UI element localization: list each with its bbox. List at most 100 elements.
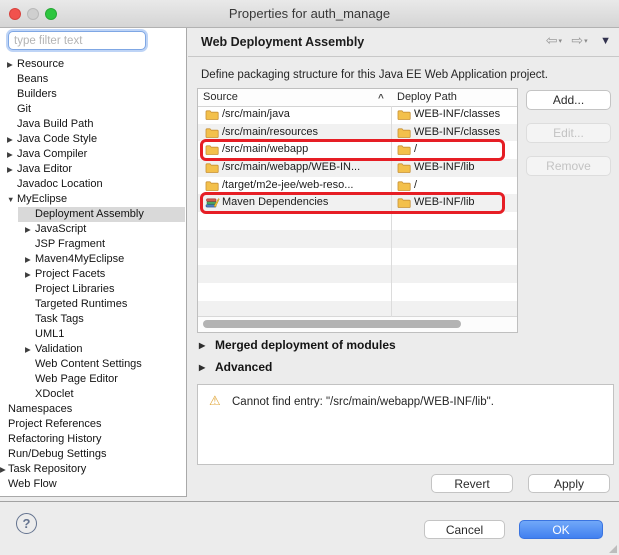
sidebar-item-web-content-settings[interactable]: Web Content Settings: [0, 357, 185, 372]
sidebar-item-builders[interactable]: Builders: [0, 87, 185, 102]
sidebar-item-maven4myeclipse[interactable]: ▶Maven4MyEclipse: [0, 252, 185, 267]
forward-icon[interactable]: ⇨: [571, 32, 583, 49]
sidebar-item-refactoring-history[interactable]: Refactoring History: [0, 432, 185, 447]
sidebar-item-web-page-editor[interactable]: Web Page Editor: [0, 372, 185, 387]
empty-table-row[interactable]: [198, 265, 517, 283]
sidebar-item-label: Javadoc Location: [17, 178, 103, 190]
title-bar: Properties for auth_manage: [0, 0, 619, 28]
revert-button[interactable]: Revert: [431, 474, 513, 493]
ok-button[interactable]: OK: [519, 520, 603, 539]
back-icon[interactable]: ⇦: [546, 32, 558, 49]
sidebar-item-uml1[interactable]: UML1: [0, 327, 185, 342]
table-row[interactable]: /src/main/resourcesWEB-INF/classes: [198, 124, 517, 142]
chevron-right-icon[interactable]: ▶: [199, 341, 215, 350]
sidebar-item-myeclipse[interactable]: ▼MyEclipse: [0, 192, 185, 207]
zoom-button[interactable]: [45, 8, 57, 20]
view-menu-icon[interactable]: ▼: [600, 35, 611, 47]
chevron-right-icon[interactable]: ▶: [7, 132, 17, 147]
properties-sidebar: ▶ResourceBeansBuildersGitJava Build Path…: [0, 28, 187, 497]
source-cell: /src/main/webapp: [222, 141, 308, 159]
source-cell: /target/m2e-jee/web-reso...: [222, 177, 353, 195]
chevron-right-icon[interactable]: ▶: [7, 57, 17, 72]
chevron-right-icon[interactable]: ▶: [0, 462, 8, 477]
column-header-source[interactable]: Source: [203, 89, 238, 106]
apply-button[interactable]: Apply: [528, 474, 610, 493]
sidebar-item-label: Project Libraries: [35, 283, 114, 295]
sidebar-item-jsp-fragment[interactable]: JSP Fragment: [0, 237, 185, 252]
horizontal-scrollbar[interactable]: [198, 316, 517, 332]
resize-grip-icon[interactable]: [609, 545, 617, 553]
table-body: /src/main/javaWEB-INF/classes/src/main/r…: [198, 106, 517, 317]
column-header-deploy-path[interactable]: Deploy Path: [397, 89, 457, 106]
deploy-path-cell: WEB-INF/classes: [414, 124, 500, 142]
close-button[interactable]: [9, 8, 21, 20]
section-label: Advanced: [215, 360, 272, 374]
warning-text: Cannot find entry: "/src/main/webapp/WEB…: [232, 396, 494, 408]
chevron-right-icon[interactable]: ▶: [25, 222, 35, 237]
sidebar-item-task-tags[interactable]: Task Tags: [0, 312, 185, 327]
sidebar-item-label: UML1: [35, 328, 64, 340]
empty-table-row[interactable]: [198, 248, 517, 266]
scrollbar-thumb[interactable]: [203, 320, 461, 328]
sidebar-item-project-libraries[interactable]: Project Libraries: [0, 282, 185, 297]
table-row[interactable]: /src/main/webapp/WEB-IN...WEB-INF/lib: [198, 159, 517, 177]
sidebar-item-java-build-path[interactable]: Java Build Path: [0, 117, 185, 132]
sidebar-item-run-debug-settings[interactable]: Run/Debug Settings: [0, 447, 185, 462]
sidebar-item-targeted-runtimes[interactable]: Targeted Runtimes: [0, 297, 185, 312]
chevron-down-icon[interactable]: ▼: [7, 192, 17, 207]
main-panel: Web Deployment Assembly ⇦▾ ⇨▾ ▼ Define p…: [188, 28, 619, 501]
chevron-right-icon[interactable]: ▶: [7, 147, 17, 162]
sidebar-item-namespaces[interactable]: Namespaces: [0, 402, 185, 417]
sidebar-item-resource[interactable]: ▶Resource: [0, 57, 185, 72]
sidebar-item-java-code-style[interactable]: ▶Java Code Style: [0, 132, 185, 147]
filter-input[interactable]: [8, 31, 146, 50]
sidebar-item-project-facets[interactable]: ▶Project Facets: [0, 267, 185, 282]
table-row[interactable]: /src/main/webapp /: [198, 141, 517, 159]
chevron-right-icon[interactable]: ▶: [25, 342, 35, 357]
empty-table-row[interactable]: [198, 230, 517, 248]
chevron-right-icon[interactable]: ▶: [25, 252, 35, 267]
sidebar-item-label: Beans: [17, 73, 48, 85]
chevron-right-icon[interactable]: ▶: [199, 363, 215, 372]
help-button[interactable]: ?: [16, 513, 37, 534]
empty-table-row[interactable]: [198, 301, 517, 317]
chevron-right-icon[interactable]: ▶: [7, 162, 17, 177]
sidebar-item-deployment-assembly[interactable]: Deployment Assembly: [0, 207, 185, 222]
empty-table-row[interactable]: [198, 212, 517, 230]
section-merged-deployment-of-modules[interactable]: ▶Merged deployment of modules: [199, 338, 396, 352]
sidebar-item-beans[interactable]: Beans: [0, 72, 185, 87]
sidebar-item-project-references[interactable]: Project References: [0, 417, 185, 432]
table-row[interactable]: Maven DependenciesWEB-INF/lib: [198, 194, 517, 212]
deploy-path-cell: /: [414, 141, 417, 159]
add-button[interactable]: Add...: [526, 90, 611, 110]
sidebar-item-java-editor[interactable]: ▶Java Editor: [0, 162, 185, 177]
section-advanced[interactable]: ▶Advanced: [199, 360, 272, 374]
sidebar-item-label: Resource: [17, 58, 64, 70]
column-divider[interactable]: [391, 106, 392, 317]
minimize-button: [27, 8, 39, 20]
sidebar-item-label: Builders: [17, 88, 57, 100]
sidebar-item-xdoclet[interactable]: XDoclet: [0, 387, 185, 402]
sidebar-item-git[interactable]: Git: [0, 102, 185, 117]
sidebar-item-label: Task Repository: [8, 463, 86, 475]
sidebar-item-javadoc-location[interactable]: Javadoc Location: [0, 177, 185, 192]
sidebar-item-label: Git: [17, 103, 31, 115]
empty-table-row[interactable]: [198, 283, 517, 301]
back-dropdown-icon[interactable]: ▾: [558, 37, 562, 45]
sidebar-item-validation[interactable]: ▶Validation: [0, 342, 185, 357]
edit-button: Edit...: [526, 123, 611, 143]
deploy-path-cell: WEB-INF/classes: [414, 106, 500, 124]
sidebar-item-task-repository[interactable]: ▶Task Repository: [0, 462, 185, 477]
sidebar-item-web-flow[interactable]: Web Flow: [0, 477, 185, 492]
sidebar-item-label: Deployment Assembly: [35, 208, 144, 220]
cancel-button[interactable]: Cancel: [424, 520, 505, 539]
table-row[interactable]: /target/m2e-jee/web-reso.../: [198, 177, 517, 195]
chevron-right-icon[interactable]: ▶: [25, 267, 35, 282]
forward-dropdown-icon[interactable]: ▾: [584, 37, 588, 45]
sidebar-item-javascript[interactable]: ▶JavaScript: [0, 222, 185, 237]
sidebar-item-java-compiler[interactable]: ▶Java Compiler: [0, 147, 185, 162]
deployment-table: Source ^ Deploy Path /src/main/javaWEB-I…: [197, 88, 518, 333]
sort-ascending-icon[interactable]: ^: [378, 90, 384, 107]
table-row[interactable]: /src/main/javaWEB-INF/classes: [198, 106, 517, 124]
sidebar-item-label: Targeted Runtimes: [35, 298, 127, 310]
